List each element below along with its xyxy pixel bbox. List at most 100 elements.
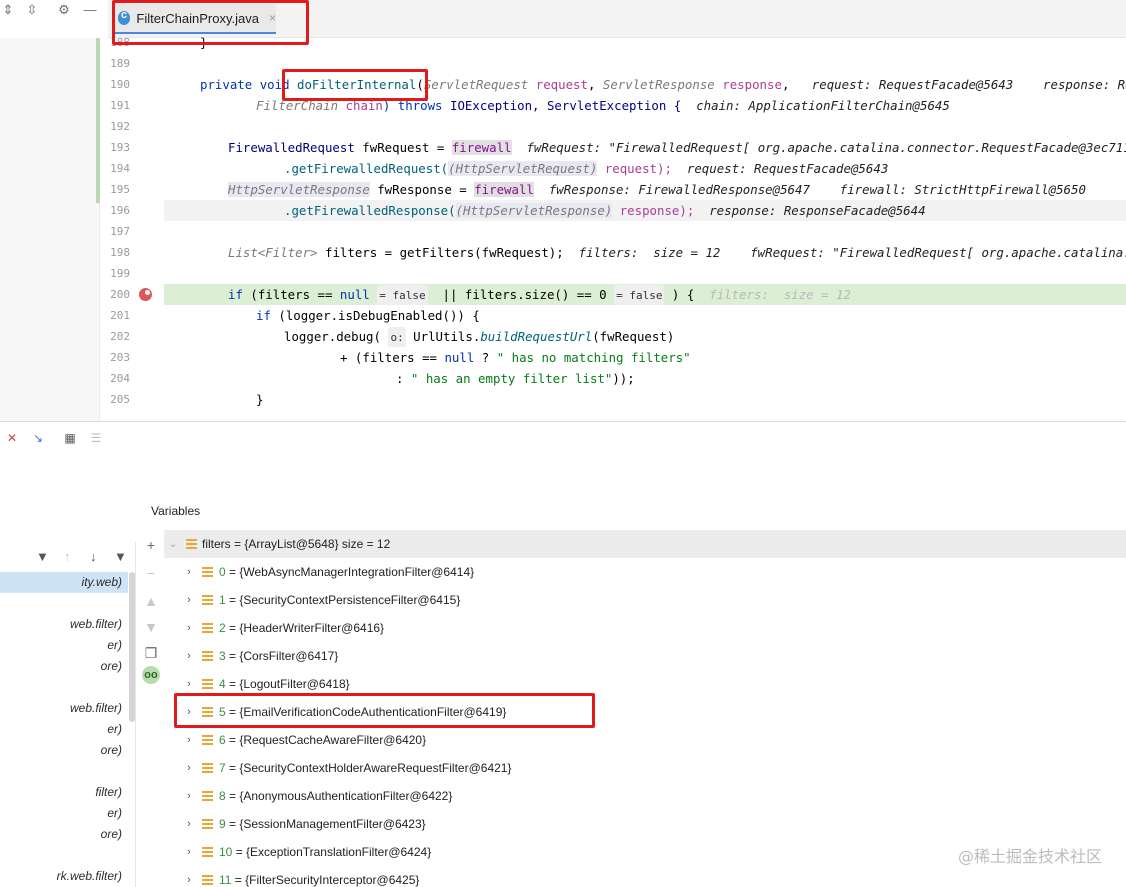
stack-frame[interactable]: er): [0, 635, 128, 656]
remove-watch-icon[interactable]: −: [142, 564, 160, 582]
watermark: @稀土掘金技术社区: [957, 847, 1102, 866]
variable-row[interactable]: › 5 = {EmailVerificationCodeAuthenticati…: [164, 698, 1126, 726]
variable-row[interactable]: › 9 = {SessionManagementFilter@6423}: [164, 810, 1126, 838]
variable-row[interactable]: › 7 = {SecurityContextHolderAwareRequest…: [164, 754, 1126, 782]
frames-scrollbar[interactable]: [129, 572, 135, 722]
chevron-right-icon[interactable]: ›: [184, 614, 194, 642]
stack-frame[interactable]: ore): [0, 740, 128, 761]
code-line-204: : " has an empty filter list"));: [396, 371, 635, 386]
line-number: 189: [110, 57, 130, 70]
chevron-right-icon[interactable]: ›: [184, 782, 194, 810]
variable-row[interactable]: › 0 = {WebAsyncManagerIntegrationFilter@…: [164, 558, 1126, 586]
gear-icon[interactable]: ⚙: [56, 2, 72, 18]
line-number: 190: [110, 78, 130, 91]
chevron-right-icon[interactable]: ›: [184, 754, 194, 782]
variable-row[interactable]: › 6 = {RequestCacheAwareFilter@6420}: [164, 726, 1126, 754]
chevron-right-icon[interactable]: ›: [184, 558, 194, 586]
chevron-right-icon[interactable]: ›: [184, 726, 194, 754]
move-up-icon[interactable]: ▲: [142, 592, 160, 610]
dropdown-icon[interactable]: ▼: [36, 549, 49, 564]
list-icon: [186, 539, 197, 549]
chevron-right-icon[interactable]: ›: [184, 586, 194, 614]
copy-icon[interactable]: ❐: [142, 644, 160, 662]
code-line-205: }: [256, 392, 264, 407]
variables-actions: + − ▲ ▼ ❐ oo: [138, 530, 164, 887]
collapse-all-icon[interactable]: ⇳: [24, 2, 40, 18]
code-line-195: HttpServletResponse fwResponse = firewal…: [228, 182, 1086, 197]
arrow-down-icon[interactable]: ↓: [90, 549, 97, 564]
settings-list-icon[interactable]: ☰: [88, 430, 104, 446]
variable-row[interactable]: › 8 = {AnonymousAuthenticationFilter@642…: [164, 782, 1126, 810]
list-icon: [202, 567, 213, 577]
list-icon: [202, 679, 213, 689]
code-line-202: logger.debug( o: UrlUtils.buildRequestUr…: [164, 326, 1126, 347]
line-number: 188: [110, 36, 130, 49]
code-line-201: if (logger.isDebugEnabled()) {: [256, 308, 480, 323]
table-view-icon[interactable]: ▦: [62, 430, 78, 446]
code-editor: ⇕ ⇳ ⚙ — FilterChainProxy.java × 188 189 …: [0, 0, 1126, 421]
variable-label: filters = {ArrayList@5648} size = 12: [202, 537, 391, 551]
minimize-icon[interactable]: —: [82, 2, 98, 18]
stack-frame[interactable]: er): [0, 803, 128, 824]
stack-frame[interactable]: ore): [0, 824, 128, 845]
move-down-icon[interactable]: ▼: [142, 618, 160, 636]
chevron-right-icon[interactable]: ›: [184, 642, 194, 670]
stack-frame[interactable]: rk.web.filter): [0, 866, 128, 887]
chevron-down-icon[interactable]: ⌄: [168, 530, 178, 558]
code-line-188: }: [200, 35, 208, 50]
filter-icon[interactable]: ▼: [114, 549, 127, 564]
line-number: 201: [110, 309, 130, 322]
line-number: 191: [110, 99, 130, 112]
chevron-right-icon[interactable]: ›: [184, 810, 194, 838]
chevron-right-icon[interactable]: ›: [184, 670, 194, 698]
line-number: 200: [110, 288, 130, 301]
variable-row-root[interactable]: ⌄ filters = {ArrayList@5648} size = 12: [164, 530, 1126, 558]
debug-inline-hint: fwRequest: "FirewalledRequest[ org.apach…: [526, 140, 1126, 155]
list-icon: [202, 707, 213, 717]
parameter-hint: o:: [388, 327, 406, 347]
line-number: 197: [110, 225, 130, 238]
variable-row[interactable]: › 4 = {LogoutFilter@6418}: [164, 670, 1126, 698]
expand-all-icon[interactable]: ⇕: [0, 2, 16, 18]
glasses-icon[interactable]: oo: [142, 666, 160, 684]
list-icon: [202, 651, 213, 661]
stack-frame[interactable]: web.filter): [0, 614, 128, 635]
line-number: 199: [110, 267, 130, 280]
list-icon: [202, 595, 213, 605]
stack-frame[interactable]: er): [0, 719, 128, 740]
stack-frame[interactable]: filter): [0, 782, 128, 803]
chevron-right-icon[interactable]: ›: [184, 698, 194, 726]
debug-inline-hint: chain: ApplicationFilterChain@5645: [696, 98, 950, 113]
variable-row[interactable]: › 3 = {CorsFilter@6417}: [164, 642, 1126, 670]
arrow-up-icon[interactable]: ↑: [64, 549, 71, 564]
debug-inline-hint: request: RequestFacade@5643 response: Re…: [811, 77, 1126, 92]
stack-frame[interactable]: ity.web): [0, 572, 128, 593]
variable-row[interactable]: › 2 = {HeaderWriterFilter@6416}: [164, 614, 1126, 642]
line-number: 196: [110, 204, 130, 217]
chevron-right-icon[interactable]: ›: [184, 838, 194, 866]
view-breakpoints-icon[interactable]: ↘: [30, 430, 46, 446]
chevron-right-icon[interactable]: ›: [184, 866, 194, 887]
list-icon: [202, 735, 213, 745]
stack-frame[interactable]: [0, 845, 128, 866]
line-number: 204: [110, 372, 130, 385]
code-line-194: .getFirewalledRequest((HttpServletReques…: [284, 161, 889, 176]
debug-inline-hint: filters: size = 12 fwRequest: "Firewalle…: [578, 245, 1126, 260]
line-number: 195: [110, 183, 130, 196]
variable-row[interactable]: › 1 = {SecurityContextPersistenceFilter@…: [164, 586, 1126, 614]
debug-inline-hint: request: RequestFacade@5643: [686, 161, 889, 176]
variable-row[interactable]: › 11 = {FilterSecurityInterceptor@6425}: [164, 866, 1126, 887]
stack-frame[interactable]: [0, 593, 128, 614]
debug-inline-hint: fwResponse: FirewalledResponse@5647 fire…: [548, 182, 1086, 197]
list-icon: [202, 623, 213, 633]
add-watch-icon[interactable]: +: [142, 536, 160, 554]
stack-frame[interactable]: web.filter): [0, 698, 128, 719]
mute-breakpoints-icon[interactable]: ✕: [4, 430, 20, 446]
stack-frame[interactable]: [0, 761, 128, 782]
breakpoint-icon[interactable]: [139, 288, 152, 301]
stack-frame[interactable]: ore): [0, 656, 128, 677]
line-number: 194: [110, 162, 130, 175]
stack-frame[interactable]: [0, 677, 128, 698]
code-area[interactable]: } private void doFilterInternal(ServletR…: [164, 0, 1126, 421]
list-icon: [202, 763, 213, 773]
